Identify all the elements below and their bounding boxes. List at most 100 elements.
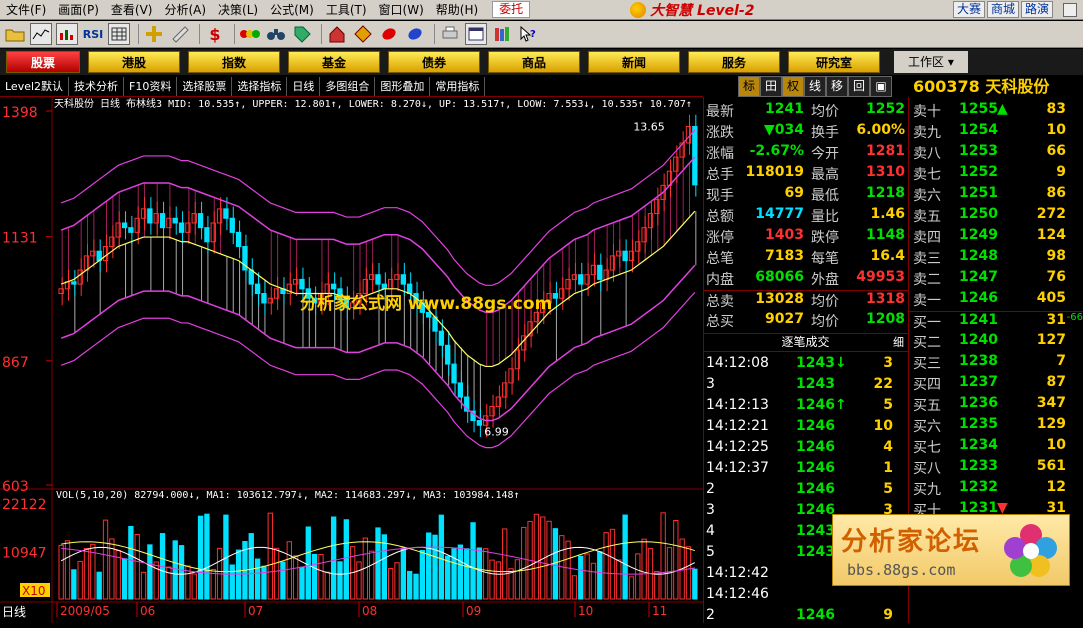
menu-file[interactable]: 文件(F) (0, 0, 52, 20)
book-level-label: 卖七 (913, 167, 941, 183)
quote-value: 14777 (755, 206, 804, 222)
sub-f10[interactable]: F10资料 (124, 76, 178, 96)
tab-rights[interactable]: 权 (782, 76, 804, 97)
nav-bonds[interactable]: 债券 (388, 51, 480, 73)
volume-bar (166, 566, 172, 600)
watermark: 分析家公式网 www.88gs.com (300, 293, 552, 314)
candle (102, 245, 109, 262)
books-icon[interactable] (491, 23, 513, 45)
grid-icon[interactable] (108, 23, 130, 45)
ruler-icon[interactable] (169, 23, 191, 45)
sub-multi-chart[interactable]: 多图组合 (320, 76, 376, 96)
tab-back[interactable]: 回 (848, 76, 870, 97)
link-contest[interactable]: 大赛 (952, 1, 985, 18)
menu-view-screen[interactable]: 画面(P) (52, 0, 105, 20)
ask-row: 卖十 1255 ▲ 83 (909, 101, 1083, 122)
window-close-button[interactable] (1063, 3, 1077, 17)
workarea-dropdown[interactable]: 工作区 ▾ (894, 51, 968, 73)
link-mall[interactable]: 商城 (986, 1, 1019, 18)
candle (597, 264, 603, 280)
binoculars-icon[interactable] (265, 23, 287, 45)
tick-list-title: 逐笔成交 (781, 335, 830, 349)
quote-value: 6.00% (856, 122, 905, 138)
tab-label[interactable]: 标 (738, 76, 760, 97)
book-volume: 87 (1046, 374, 1066, 390)
tab-window[interactable]: ▣ (870, 76, 892, 97)
book-volume: 7 (1056, 353, 1066, 369)
nav-news[interactable]: 新闻 (588, 51, 680, 73)
leaf-red-icon[interactable] (378, 23, 400, 45)
volume-bar (552, 528, 559, 600)
rsi-icon[interactable]: RSI (82, 23, 104, 45)
nav-commodities[interactable]: 商品 (488, 51, 580, 73)
link-roadshow[interactable]: 路演 (1020, 1, 1053, 18)
weituo-button[interactable]: 委托 (492, 1, 531, 18)
sub-select-indicator[interactable]: 选择指标 (232, 76, 288, 96)
volume-bar (502, 528, 508, 600)
nav-research[interactable]: 研究室 (788, 51, 880, 73)
tick-time: 4 (706, 523, 715, 539)
sub-select-stock[interactable]: 选择股票 (177, 76, 233, 96)
nav-index[interactable]: 指数 (188, 51, 280, 73)
tab-line[interactable]: 线 (804, 76, 826, 97)
book-price: 1250 (959, 206, 998, 222)
candle (654, 198, 660, 215)
menu-view[interactable]: 查看(V) (105, 0, 159, 20)
volume-bar (438, 514, 445, 600)
leaf-blue-icon[interactable] (404, 23, 426, 45)
kline-chart-icon[interactable] (30, 23, 52, 45)
house-icon[interactable] (326, 23, 348, 45)
tag-icon[interactable] (291, 23, 313, 45)
candle (603, 269, 609, 280)
quote-label: 总卖 (706, 294, 734, 310)
tab-move[interactable]: 移 (826, 76, 848, 97)
forum-banner[interactable]: 分析家论坛 bbs.88gs.com (832, 514, 1070, 586)
open-folder-icon[interactable] (4, 23, 26, 45)
dollar-icon[interactable]: $ (204, 23, 226, 45)
tick-price: 1243 (796, 523, 835, 539)
bid-row: 买七 1234 10 (909, 437, 1083, 458)
sub-daily[interactable]: 日线 (287, 76, 321, 96)
window-icon[interactable] (465, 23, 487, 45)
traffic-light-icon[interactable] (239, 23, 261, 45)
candle (159, 213, 166, 229)
sub-overlay[interactable]: 图形叠加 (375, 76, 431, 96)
crosshair-icon[interactable] (143, 23, 165, 45)
menu-analysis[interactable]: 分析(A) (158, 0, 212, 20)
help-cursor-icon[interactable]: ? (517, 23, 539, 45)
quote-label: 均价 (811, 314, 839, 330)
quote-label: 跌停 (811, 230, 839, 246)
kline-chart[interactable]: 13.65 6.99 1398 1131 867 603 22122 10947 2009/0… (0, 97, 703, 623)
tick-detail-button[interactable]: 细 (893, 334, 904, 351)
bid-row: 买一 1241 31 (909, 311, 1083, 332)
menu-window[interactable]: 窗口(W) (373, 0, 430, 20)
menu-formula[interactable]: 公式(M) (264, 0, 320, 20)
printer-icon[interactable] (439, 23, 461, 45)
sub-level2-default[interactable]: Level2默认 (0, 76, 70, 96)
volume-bar (413, 573, 419, 600)
bar-chart-icon[interactable] (56, 23, 78, 45)
diamond-icon[interactable] (352, 23, 374, 45)
candle (147, 208, 153, 224)
nav-stocks[interactable]: 股票 (6, 51, 80, 73)
book-level-label: 卖三 (913, 251, 941, 267)
quote-value: 118019 (745, 164, 804, 180)
bollinger-lower-line (60, 264, 696, 422)
period-label[interactable]: 日线 (2, 605, 26, 619)
candle (394, 274, 400, 280)
menu-help[interactable]: 帮助(H) (430, 0, 484, 20)
sub-common-indicators[interactable]: 常用指标 (430, 76, 486, 96)
nav-funds[interactable]: 基金 (288, 51, 380, 73)
sub-tech-analysis[interactable]: 技术分析 (69, 76, 125, 96)
tick-price: 1246 (796, 481, 835, 497)
volume-bar (533, 513, 540, 600)
book-level-label: 卖五 (913, 209, 941, 225)
menu-tools[interactable]: 工具(T) (320, 0, 373, 20)
dollar-glyph: $ (209, 24, 221, 44)
nav-services[interactable]: 服务 (688, 51, 780, 73)
tab-grid[interactable]: 田 (760, 76, 782, 97)
volume-bar (381, 534, 388, 600)
nav-hk-stocks[interactable]: 港股 (88, 51, 180, 73)
menu-decision[interactable]: 决策(L) (212, 0, 264, 20)
book-price: 1241 (959, 312, 998, 328)
